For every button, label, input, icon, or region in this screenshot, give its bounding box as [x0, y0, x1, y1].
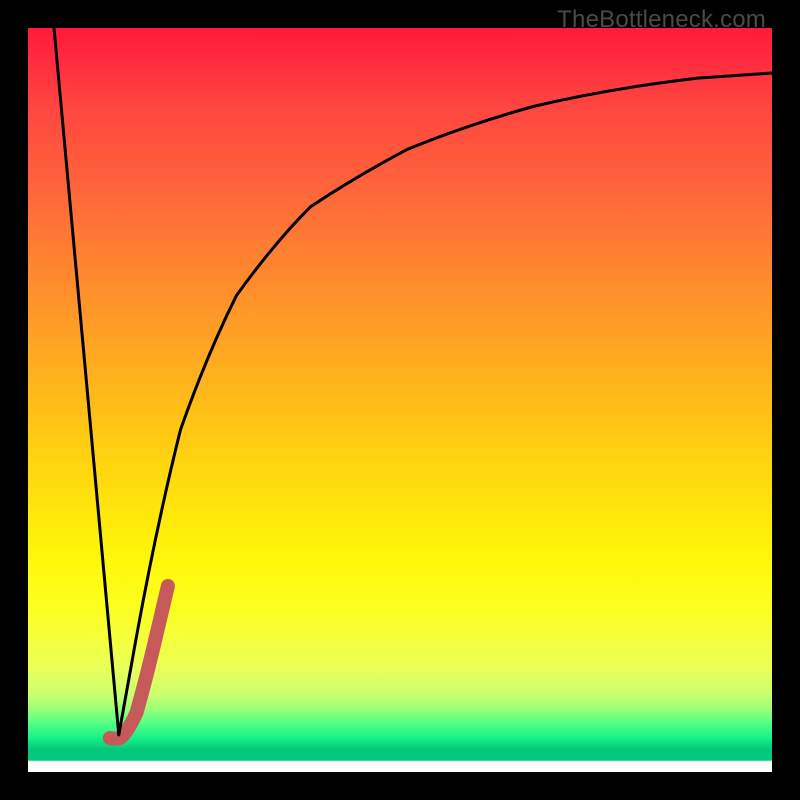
watermark-text: TheBottleneck.com: [557, 6, 766, 34]
descending-left-line: [54, 28, 119, 735]
plot-area: [28, 28, 772, 772]
chart-frame: TheBottleneck.com: [0, 0, 800, 800]
curve-layer: [28, 28, 772, 772]
ascending-curve: [119, 73, 772, 735]
